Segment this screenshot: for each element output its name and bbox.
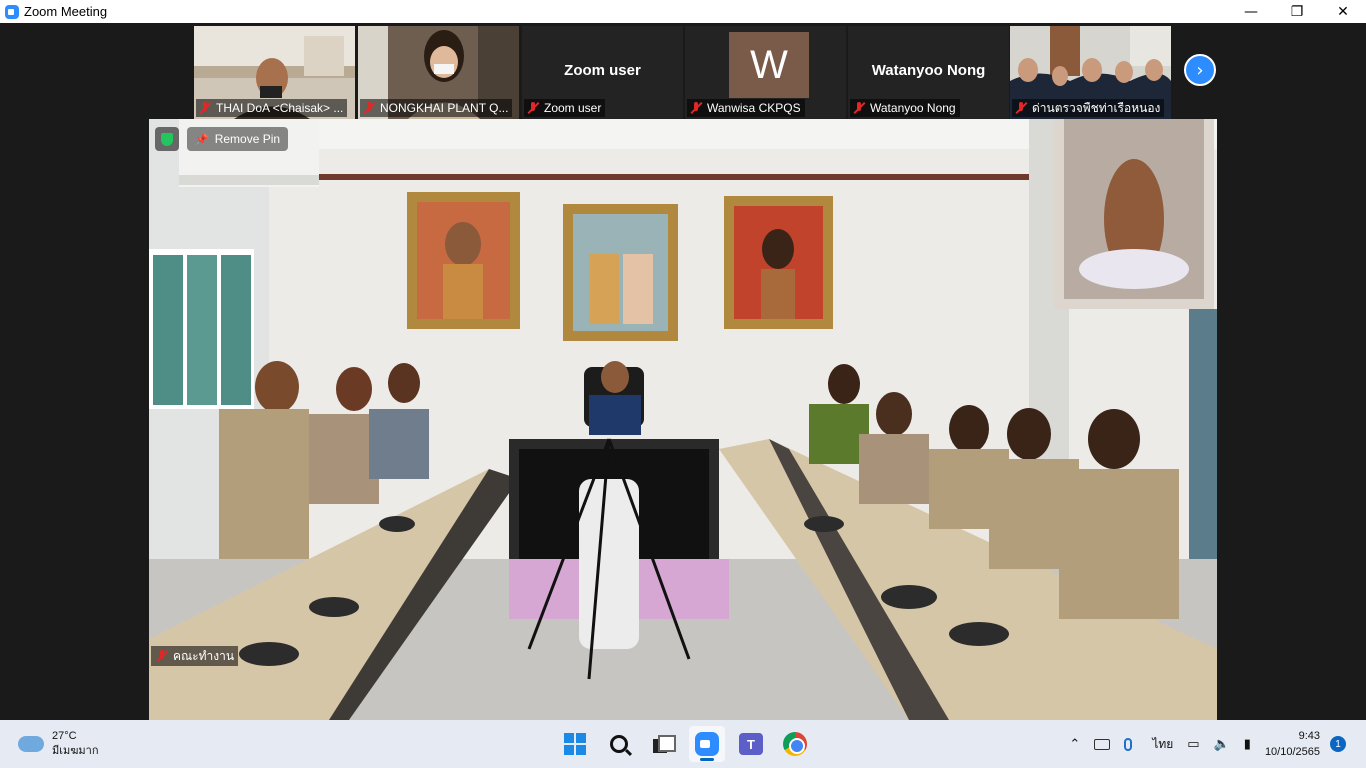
- close-button[interactable]: ✕: [1320, 0, 1366, 23]
- search-icon: [610, 735, 628, 753]
- remove-pin-button[interactable]: 📌 Remove Pin: [187, 127, 289, 151]
- mic-muted-icon: [1014, 101, 1028, 115]
- participant-display-name: Watanyoo Nong: [871, 62, 986, 79]
- clock-time: 9:43: [1298, 730, 1320, 742]
- participant-tile[interactable]: ด่านตรวจพืชท่าเรือหนอง: [1010, 26, 1171, 119]
- mic-muted-icon: [852, 101, 866, 115]
- pin-bar: 📌 Remove Pin: [155, 127, 289, 151]
- cloud-icon: [18, 736, 44, 752]
- participant-display-name: Zoom user: [564, 62, 641, 79]
- mic-muted-icon: [526, 101, 540, 115]
- start-button[interactable]: [557, 726, 593, 762]
- participant-name: ด่านตรวจพืชท่าเรือหนอง: [1032, 100, 1161, 115]
- minimize-button[interactable]: —: [1228, 0, 1274, 23]
- security-shield-icon[interactable]: [155, 127, 179, 151]
- pin-icon: 📌: [195, 132, 209, 146]
- weather-description: มีเมฆมาก: [52, 745, 99, 757]
- maximize-button[interactable]: ❐: [1274, 0, 1320, 23]
- remove-pin-label: Remove Pin: [214, 132, 281, 146]
- zoom-icon: [695, 732, 719, 756]
- participant-name: Wanwisa CKPQS: [707, 101, 801, 115]
- windows-logo-icon: [564, 733, 586, 755]
- weather-temperature: 27°C: [52, 730, 77, 742]
- meeting-room-video: [149, 119, 1217, 720]
- participant-name-tag: Watanyoo Nong: [850, 99, 960, 117]
- keyboard-icon[interactable]: [1094, 738, 1111, 750]
- participant-avatar: W: [729, 32, 809, 98]
- speaker-icon[interactable]: 🔈: [1214, 737, 1230, 752]
- pinned-speaker-name: คณะทำงาน: [173, 648, 235, 663]
- system-tray: ⌃ ไทย ▭ 🔈 ▮ 9:43 10/10/2565 1: [1069, 720, 1366, 768]
- meeting-area: THAI DoA <Chaisak> ... NONGKHAI PLANT Q.…: [0, 23, 1366, 720]
- participant-name: THAI DoA <Chaisak> ...: [216, 101, 344, 115]
- pinned-speaker-name-tag: คณะทำงาน: [151, 646, 239, 666]
- task-view-icon: [653, 735, 676, 753]
- task-view-button[interactable]: [645, 726, 681, 762]
- mic-muted-icon: [362, 101, 376, 115]
- participant-tile[interactable]: W Wanwisa CKPQS: [685, 26, 846, 119]
- display-icon[interactable]: ▭: [1187, 737, 1199, 752]
- participant-name: NONGKHAI PLANT Q...: [380, 101, 509, 115]
- participant-name-tag: Zoom user: [524, 99, 606, 117]
- participant-tile[interactable]: THAI DoA <Chaisak> ...: [194, 26, 355, 119]
- weather-widget[interactable]: 27°C มีเมฆมาก: [18, 729, 99, 759]
- chrome-taskbar-button[interactable]: [777, 726, 813, 762]
- chrome-icon: [783, 732, 807, 756]
- zoom-taskbar-button[interactable]: [689, 726, 725, 762]
- participant-name-tag: ด่านตรวจพืชท่าเรือหนอง: [1012, 99, 1165, 117]
- title-bar: Zoom Meeting — ❐ ✕: [0, 0, 1366, 23]
- teams-icon: T: [739, 733, 763, 755]
- participant-name: Watanyoo Nong: [870, 101, 956, 115]
- zoom-app-icon: [5, 4, 19, 19]
- participant-name-tag: Wanwisa CKPQS: [687, 99, 805, 117]
- language-indicator[interactable]: ไทย: [1152, 735, 1173, 754]
- pinned-video[interactable]: 📌 Remove Pin คณะทำงาน: [149, 119, 1217, 720]
- participant-tile[interactable]: NONGKHAI PLANT Q...: [358, 26, 519, 119]
- mic-muted-icon: [689, 101, 703, 115]
- participant-name-tag: NONGKHAI PLANT Q...: [360, 99, 513, 117]
- next-participants-button[interactable]: ›: [1184, 54, 1216, 86]
- notification-badge[interactable]: 1: [1330, 736, 1346, 752]
- clock-date: 10/10/2565: [1264, 746, 1320, 758]
- microphone-icon[interactable]: [1124, 737, 1133, 751]
- participant-name-tag: THAI DoA <Chaisak> ...: [196, 99, 348, 117]
- clock[interactable]: 9:43 10/10/2565: [1265, 728, 1320, 760]
- battery-icon[interactable]: ▮: [1244, 737, 1251, 752]
- window-title: Zoom Meeting: [24, 4, 108, 19]
- teams-taskbar-button[interactable]: T: [733, 726, 769, 762]
- participant-tile[interactable]: Zoom user Zoom user: [522, 26, 683, 119]
- mic-muted-icon: [198, 101, 212, 115]
- search-button[interactable]: [601, 726, 637, 762]
- chevron-up-icon[interactable]: ⌃: [1069, 737, 1080, 752]
- windows-taskbar: 27°C มีเมฆมาก T ⌃ ไทย ▭ 🔈 ▮ 9:43 10/10/2…: [0, 720, 1366, 768]
- participant-tile[interactable]: Watanyoo Nong Watanyoo Nong: [848, 26, 1009, 119]
- participant-name: Zoom user: [544, 101, 602, 115]
- mic-muted-icon: [155, 649, 169, 663]
